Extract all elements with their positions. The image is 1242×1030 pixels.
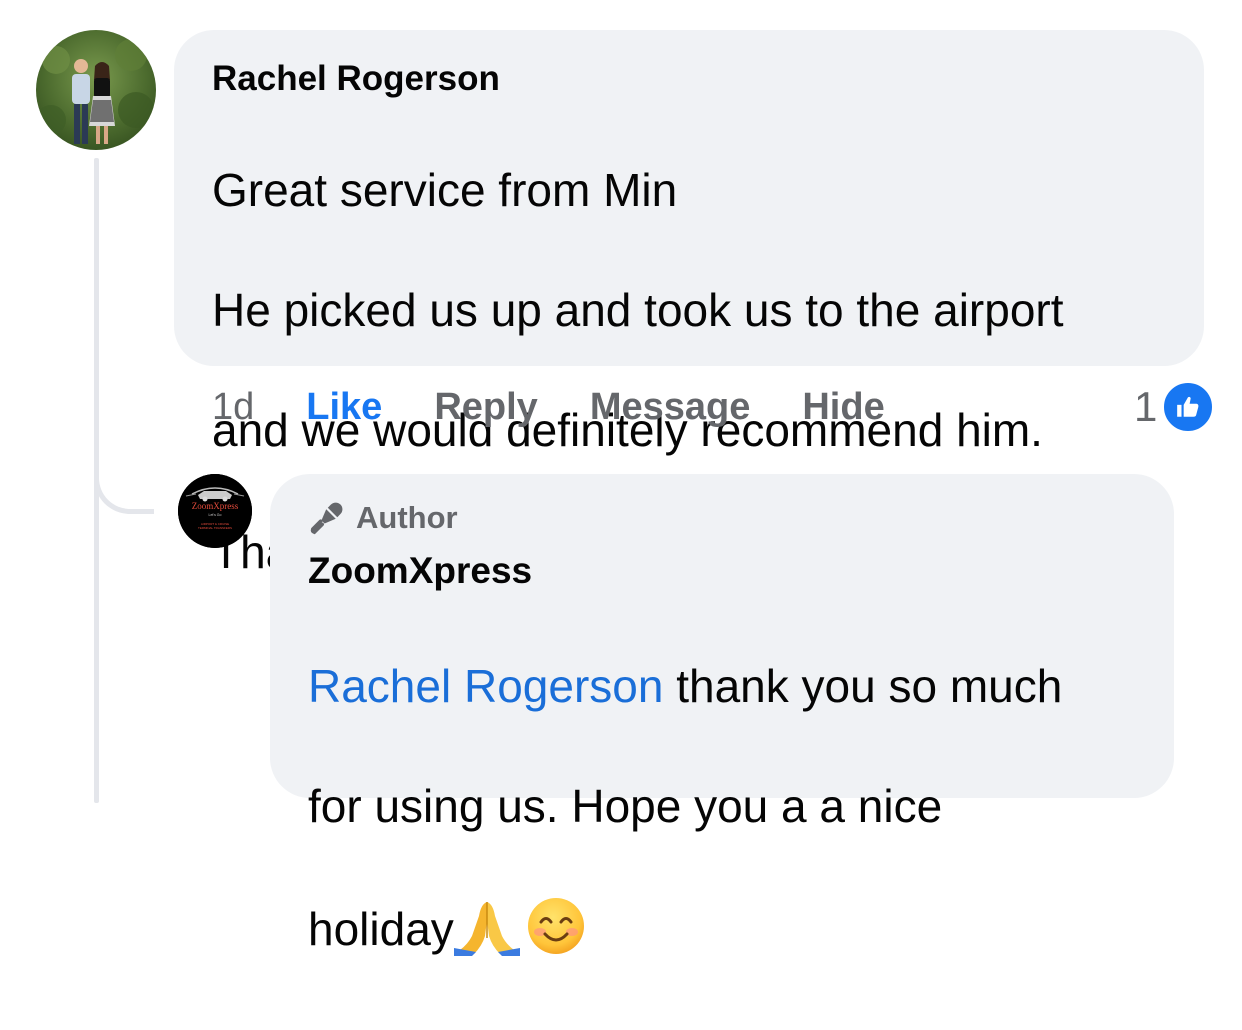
comment-actions: 1d Like Reply Message Hide bbox=[212, 380, 937, 434]
reply-bubble: Author ZoomXpress Rachel Rogerson thank … bbox=[270, 474, 1174, 956]
folded-hands-icon bbox=[453, 896, 520, 970]
reaction-summary[interactable]: 1 bbox=[1134, 380, 1216, 434]
reply-line-2: for using us. Hope you a a nice bbox=[308, 780, 943, 832]
author-badge: Author bbox=[308, 496, 1138, 540]
comment-line-2: He picked us up and took us to the airpo… bbox=[212, 284, 1064, 336]
like-button[interactable]: Like bbox=[306, 386, 382, 429]
comment-author[interactable]: Rachel Rogerson bbox=[212, 58, 1168, 100]
author-badge-label: Author bbox=[356, 500, 458, 535]
logo-brand: ZoomXpress bbox=[192, 501, 239, 511]
microphone-icon bbox=[310, 502, 343, 535]
reply-text: Rachel Rogerson thank you so much for us… bbox=[308, 596, 1138, 1030]
comment-line-1: Great service from Min bbox=[212, 164, 678, 216]
thumbs-up-icon bbox=[1161, 380, 1216, 434]
smiling-face-icon bbox=[526, 896, 586, 970]
logo-sub-2: TERMINAL TRANSFERS bbox=[198, 526, 232, 530]
comment-bubble: Rachel Rogerson Great service from Min H… bbox=[174, 30, 1204, 578]
mention-link[interactable]: Rachel Rogerson bbox=[308, 660, 663, 712]
avatar-zoomxpress[interactable]: ZoomXpress Let's Go AIRPORT & CRUISE TER… bbox=[178, 474, 252, 548]
reply-line-3: holiday bbox=[308, 896, 1138, 970]
comment-timestamp[interactable]: 1d bbox=[212, 386, 254, 429]
reply-button[interactable]: Reply bbox=[434, 386, 537, 429]
thread-connector bbox=[94, 440, 154, 514]
reply-author[interactable]: ZoomXpress bbox=[308, 546, 1138, 596]
reaction-count: 1 bbox=[1134, 383, 1158, 430]
avatar-rachel[interactable] bbox=[36, 30, 156, 150]
hide-button[interactable]: Hide bbox=[802, 386, 884, 429]
message-button[interactable]: Message bbox=[590, 386, 751, 429]
reply-line-3-text: holiday bbox=[308, 903, 454, 956]
reply-line-1-text: thank you so much bbox=[663, 660, 1063, 712]
logo-tagline: Let's Go bbox=[209, 513, 222, 517]
reply-line-1: Rachel Rogerson thank you so much bbox=[308, 656, 1138, 716]
